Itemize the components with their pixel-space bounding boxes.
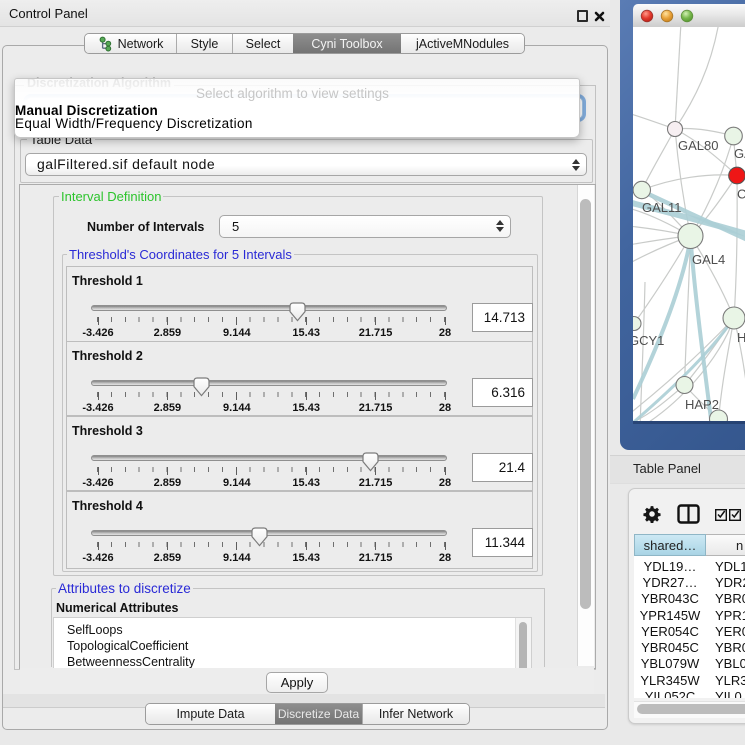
svg-text:GAL: GAL bbox=[734, 146, 745, 161]
svg-text:GCY1: GCY1 bbox=[633, 333, 664, 348]
svg-text:GAL4: GAL4 bbox=[692, 252, 725, 267]
svg-text:GAL11: GAL11 bbox=[642, 200, 682, 215]
svg-text:C: C bbox=[737, 187, 745, 202]
svg-text:H: H bbox=[737, 330, 745, 345]
svg-text:GAL80: GAL80 bbox=[678, 138, 718, 153]
svg-text:HAP2: HAP2 bbox=[685, 397, 719, 412]
